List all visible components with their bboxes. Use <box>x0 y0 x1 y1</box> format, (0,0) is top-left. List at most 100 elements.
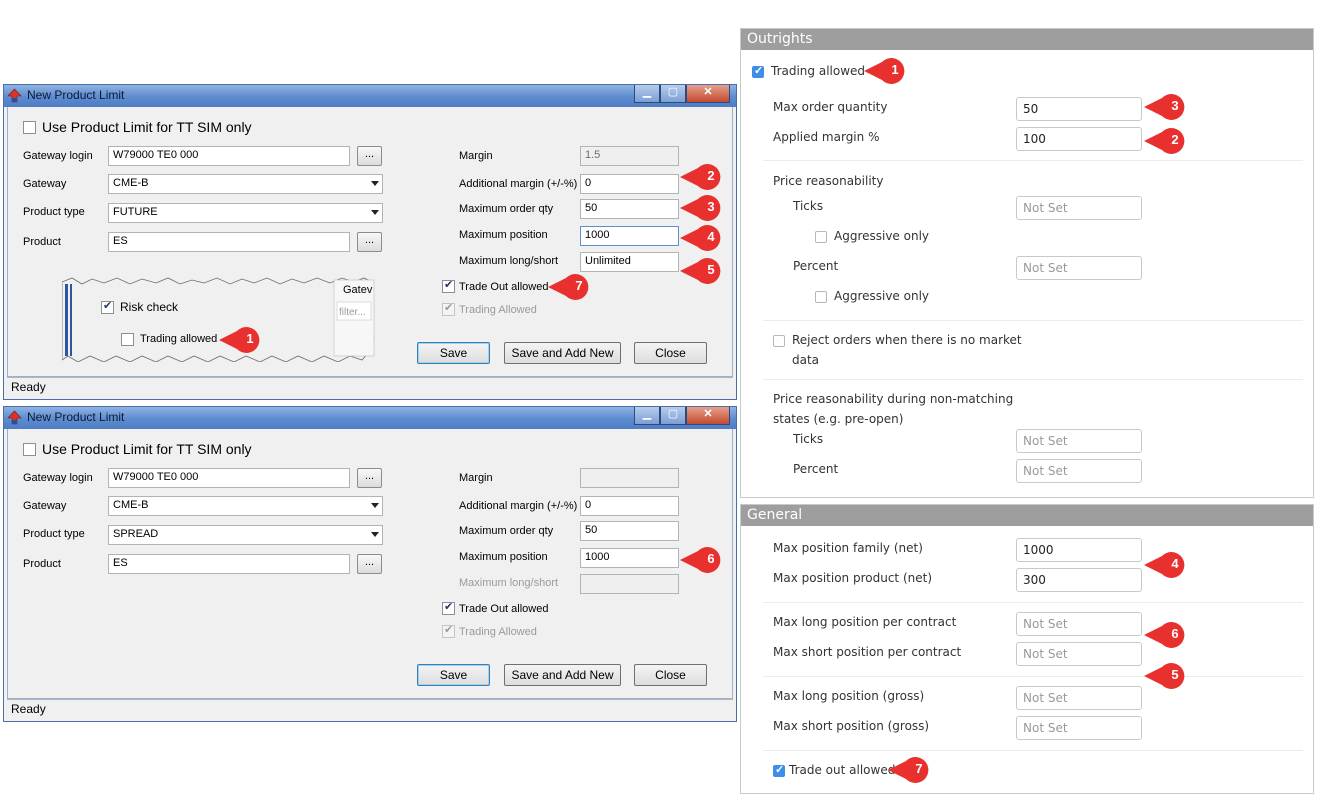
trading-allowed-checkbox <box>442 623 455 638</box>
general-header: General <box>741 505 1313 526</box>
callout-badge: 6 <box>1144 621 1192 649</box>
window-title: New Product Limit <box>27 88 125 102</box>
callout-badge: 7 <box>548 273 596 301</box>
max-order-qty-label: Maximum order qty <box>459 525 554 537</box>
trading-allowed-label: Trading Allowed <box>459 304 537 316</box>
gateway-login-browse-button[interactable]: ... <box>357 468 382 488</box>
pr-percent-aggressive-checkbox[interactable] <box>815 291 827 303</box>
gateway-login-label: Gateway login <box>23 472 93 484</box>
outrights-panel: Outrights Trading allowed Max order quan… <box>740 28 1314 498</box>
minimize-button[interactable]: ▁ <box>634 407 660 425</box>
margin-field: 1.5 <box>580 146 679 166</box>
title-bar[interactable]: New Product Limit ▁ ▢ ✕ <box>4 407 736 429</box>
product-type-select[interactable]: FUTURE <box>108 203 383 223</box>
max-order-qty-field[interactable]: 50 <box>580 521 679 541</box>
divider <box>763 750 1303 751</box>
pr-percent-input[interactable]: Not Set <box>1016 256 1142 280</box>
gateway-login-field[interactable]: W79000 TE0 000 <box>108 468 350 488</box>
inset-trading-allowed-checkbox[interactable] <box>121 333 134 346</box>
non-matching-label-line1: Price reasonability during non-matching <box>773 392 1014 406</box>
gateway-select[interactable]: CME-B <box>108 496 383 516</box>
gateway-login-browse-button[interactable]: ... <box>357 146 382 166</box>
product-type-select[interactable]: SPREAD <box>108 525 383 545</box>
callout-badge: 7 <box>888 756 936 784</box>
additional-margin-field[interactable]: 0 <box>580 174 679 194</box>
outrights-trading-allowed-label: Trading allowed <box>771 64 866 78</box>
status-bar: Ready <box>7 377 733 396</box>
maximize-button[interactable]: ▢ <box>660 407 686 425</box>
status-bar: Ready <box>7 699 733 718</box>
save-button[interactable]: Save <box>417 664 490 686</box>
outrights-trading-allowed-checkbox[interactable] <box>752 64 764 78</box>
trade-out-checkbox[interactable] <box>442 278 455 293</box>
max-long-contract-input[interactable]: Not Set <box>1016 612 1142 636</box>
risk-check-checkbox[interactable] <box>101 299 114 314</box>
gateway-login-label: Gateway login <box>23 150 93 162</box>
product-browse-button[interactable]: ... <box>357 554 382 574</box>
applied-margin-input[interactable]: 100 <box>1016 127 1142 151</box>
nm-percent-label: Percent <box>793 462 839 476</box>
pr-ticks-aggressive-label: Aggressive only <box>834 229 930 243</box>
trade-out-checkbox[interactable] <box>442 600 455 615</box>
max-position-field[interactable]: 1000 <box>580 226 679 246</box>
inset-filter-input[interactable]: filter... <box>339 307 366 318</box>
callout-badge: 6 <box>680 546 728 574</box>
product-type-label: Product type <box>23 528 85 540</box>
dialog-new-product-limit-bottom: New Product Limit ▁ ▢ ✕ Use Product Limi… <box>3 406 737 722</box>
max-order-qty-field[interactable]: 50 <box>580 199 679 219</box>
max-long-short-field[interactable]: Unlimited <box>580 252 679 272</box>
close-window-button[interactable]: ✕ <box>686 85 730 103</box>
outrights-header: Outrights <box>741 29 1313 50</box>
product-label: Product <box>23 236 61 248</box>
window-title: New Product Limit <box>27 410 125 424</box>
minimize-button[interactable]: ▁ <box>634 85 660 103</box>
close-button[interactable]: Close <box>634 664 707 686</box>
product-label: Product <box>23 558 61 570</box>
close-button[interactable]: Close <box>634 342 707 364</box>
max-long-gross-input[interactable]: Not Set <box>1016 686 1142 710</box>
title-bar[interactable]: New Product Limit ▁ ▢ ✕ <box>4 85 736 107</box>
pr-ticks-input[interactable]: Not Set <box>1016 196 1142 220</box>
max-short-contract-input[interactable]: Not Set <box>1016 642 1142 666</box>
save-and-add-new-button[interactable]: Save and Add New <box>504 342 621 364</box>
max-position-field[interactable]: 1000 <box>580 548 679 568</box>
max-long-gross-label: Max long position (gross) <box>773 689 925 703</box>
callout-badge: 4 <box>680 224 728 252</box>
pr-ticks-aggressive-checkbox[interactable] <box>815 231 827 243</box>
gateway-select[interactable]: CME-B <box>108 174 383 194</box>
product-browse-button[interactable]: ... <box>357 232 382 252</box>
inset-trading-allowed-label: Trading allowed <box>140 333 218 345</box>
general-trade-out-checkbox[interactable] <box>773 763 785 777</box>
callout-badge: 3 <box>680 194 728 222</box>
product-field[interactable]: ES <box>108 232 350 252</box>
max-pos-family-input[interactable]: 1000 <box>1016 538 1142 562</box>
reject-orders-checkbox[interactable] <box>773 335 785 347</box>
callout-badge: 3 <box>1144 93 1192 121</box>
use-sim-only-label: Use Product Limit for TT SIM only <box>42 119 252 135</box>
general-trade-out-label: Trade out allowed <box>789 763 896 777</box>
save-and-add-new-button[interactable]: Save and Add New <box>504 664 621 686</box>
nm-ticks-input[interactable]: Not Set <box>1016 429 1142 453</box>
tt-logo-icon <box>7 88 22 103</box>
divider <box>763 320 1303 321</box>
product-field[interactable]: ES <box>108 554 350 574</box>
gateway-login-field[interactable]: W79000 TE0 000 <box>108 146 350 166</box>
close-window-button[interactable]: ✕ <box>686 407 730 425</box>
use-sim-only-checkbox[interactable] <box>23 121 36 134</box>
divider <box>763 602 1303 603</box>
max-short-gross-input[interactable]: Not Set <box>1016 716 1142 740</box>
additional-margin-label: Additional margin (+/-%) <box>459 178 578 190</box>
gateway-label: Gateway <box>23 178 67 190</box>
use-sim-only-checkbox[interactable] <box>23 443 36 456</box>
max-order-quantity-input[interactable]: 50 <box>1016 97 1142 121</box>
trading-allowed-label: Trading Allowed <box>459 626 537 638</box>
nm-percent-input[interactable]: Not Set <box>1016 459 1142 483</box>
max-pos-product-input[interactable]: 300 <box>1016 568 1142 592</box>
chevron-down-icon <box>371 532 379 537</box>
chevron-down-icon <box>371 181 379 186</box>
trade-out-label: Trade Out allowed <box>459 281 549 293</box>
save-button[interactable]: Save <box>417 342 490 364</box>
margin-label: Margin <box>459 150 493 162</box>
additional-margin-field[interactable]: 0 <box>580 496 679 516</box>
maximize-button[interactable]: ▢ <box>660 85 686 103</box>
